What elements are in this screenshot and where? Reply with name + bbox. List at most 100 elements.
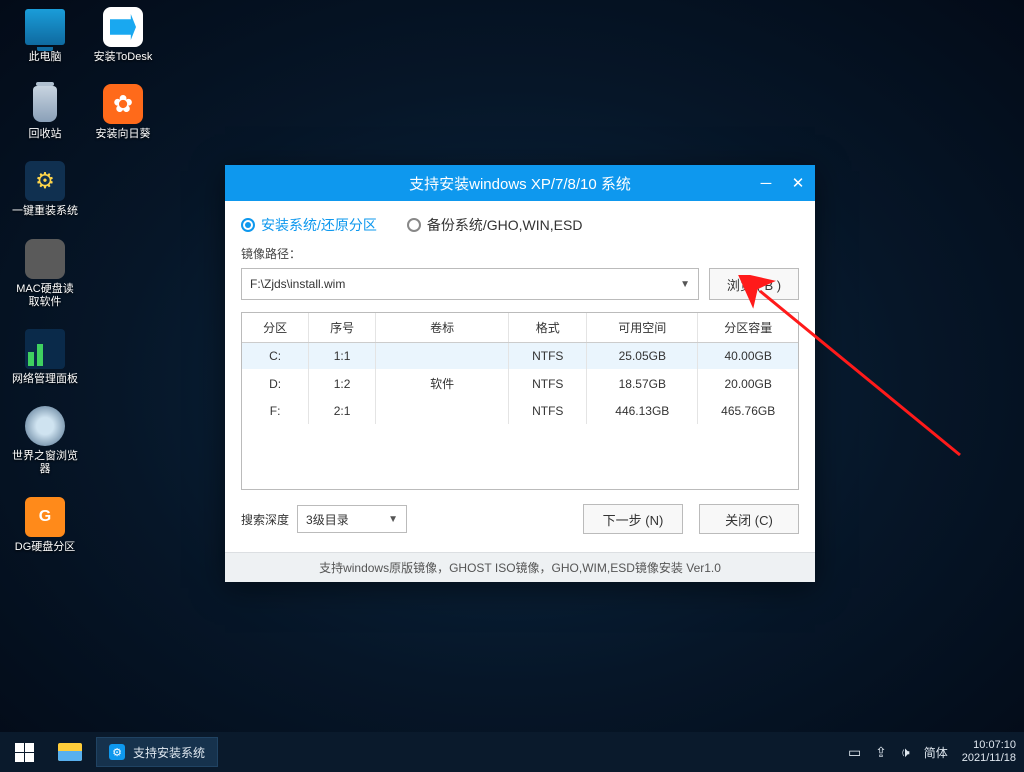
gear-icon	[109, 744, 125, 760]
minimize-button[interactable]: ─	[755, 172, 777, 194]
mode-radio-group: 安装系统/还原分区 备份系统/GHO,WIN,ESD	[241, 215, 799, 235]
footer-text: 支持windows原版镜像，GHOST ISO镜像，GHO,WIM,ESD镜像安…	[319, 559, 721, 576]
col-header[interactable]: 格式	[509, 313, 587, 343]
table-row[interactable]: D:1:2软件NTFS18.57GB20.00GB	[242, 369, 798, 398]
cell-idx: 2:1	[309, 398, 376, 424]
close-window-button[interactable]: ✕	[787, 172, 809, 194]
clock-date: 2021/11/18	[962, 752, 1016, 765]
table-row[interactable]: C:1:1NTFS25.05GB40.00GB	[242, 343, 798, 370]
bottom-controls: 搜索深度 3级目录 ▼ 下一步 (N) 关闭 (C)	[241, 504, 799, 534]
cell-vol: 软件	[375, 369, 508, 398]
radio-backup[interactable]: 备份系统/GHO,WIN,ESD	[407, 215, 583, 235]
footer-bar: 支持windows原版镜像，GHOST ISO镜像，GHO,WIM,ESD镜像安…	[225, 552, 815, 582]
window-controls: ─ ✕	[755, 165, 809, 201]
cell-idx: 1:2	[309, 369, 376, 398]
cell-size: 40.00GB	[698, 343, 798, 370]
radio-install-label: 安装系统/还原分区	[261, 215, 377, 235]
cell-free: 25.05GB	[587, 343, 698, 370]
radio-install-restore[interactable]: 安装系统/还原分区	[241, 215, 377, 235]
cell-free: 18.57GB	[587, 369, 698, 398]
desktop-icon-label: 一键重装系统	[12, 205, 78, 218]
desktop-icon-sunflower[interactable]: 安装向日葵	[88, 82, 158, 141]
desktop-icon-label: 安装向日葵	[96, 128, 151, 141]
image-path-combobox[interactable]: F:\Zjds\install.wim ▼	[241, 268, 699, 300]
reinstall-icon	[23, 159, 67, 203]
desktop-icon-browser[interactable]: 世界之窗浏览 器	[10, 404, 80, 476]
radio-backup-label: 备份系统/GHO,WIN,ESD	[427, 215, 583, 235]
partition-table: 分区序号卷标格式可用空间分区容量 C:1:1NTFS25.05GB40.00GB…	[241, 312, 799, 490]
desktop-icon-mac[interactable]: MAC硬盘读 取软件	[10, 237, 80, 309]
desktop-icon-dg[interactable]: G DG硬盘分区	[10, 495, 80, 554]
search-depth-select[interactable]: 3级目录 ▼	[297, 505, 407, 533]
taskbar-task-label: 支持安装系统	[133, 744, 205, 761]
dropdown-caret-icon: ▼	[680, 279, 690, 290]
cell-drive: C:	[242, 343, 309, 370]
col-header[interactable]: 卷标	[375, 313, 508, 343]
search-depth-value: 3级目录	[306, 511, 349, 528]
desktop-icon-label: DG硬盘分区	[15, 541, 76, 554]
taskbar-clock[interactable]: 10:07:10 2021/11/18	[962, 739, 1016, 765]
partition-table-body: C:1:1NTFS25.05GB40.00GBD:1:2软件NTFS18.57G…	[242, 343, 798, 425]
action-center-icon[interactable]: ▭	[848, 744, 861, 761]
system-tray: ▭ ⇪ 🕩 简体 10:07:10 2021/11/18	[848, 739, 1024, 765]
desktop-icon-label: MAC硬盘读 取软件	[16, 283, 73, 309]
dropdown-caret-icon: ▼	[388, 514, 398, 525]
partition-table-header: 分区序号卷标格式可用空间分区容量	[242, 313, 798, 343]
close-button[interactable]: 关闭 (C)	[699, 504, 799, 534]
windows-logo-icon	[15, 743, 34, 762]
titlebar[interactable]: 支持安装windows XP/7/8/10 系统 ─ ✕	[225, 165, 815, 201]
next-button[interactable]: 下一步 (N)	[583, 504, 683, 534]
search-depth-label: 搜索深度	[241, 511, 289, 528]
desktop-icon-label: 此电脑	[29, 51, 62, 64]
pc-icon	[23, 5, 67, 49]
cell-fs: NTFS	[509, 369, 587, 398]
radio-unchecked-icon	[407, 218, 421, 232]
sunflower-icon	[101, 82, 145, 126]
col-header[interactable]: 序号	[309, 313, 376, 343]
recycle-icon	[23, 82, 67, 126]
col-header[interactable]: 分区容量	[698, 313, 798, 343]
cell-fs: NTFS	[509, 343, 587, 370]
folder-icon	[58, 743, 82, 761]
desktop-col-1: 此电脑回收站一键重装系统 MAC硬盘读 取软件网络管理面板世界之窗浏览 器 G DG硬…	[10, 5, 80, 554]
action-buttons: 下一步 (N) 关闭 (C)	[583, 504, 799, 534]
cell-free: 446.13GB	[587, 398, 698, 424]
clock-time: 10:07:10	[973, 739, 1016, 752]
dg-icon: G	[23, 495, 67, 539]
cell-size: 20.00GB	[698, 369, 798, 398]
taskbar: 支持安装系统 ▭ ⇪ 🕩 简体 10:07:10 2021/11/18	[0, 732, 1024, 772]
cell-fs: NTFS	[509, 398, 587, 424]
cell-vol	[375, 398, 508, 424]
net-icon	[23, 327, 67, 371]
search-depth-group: 搜索深度 3级目录 ▼	[241, 505, 407, 533]
image-path-value: F:\Zjds\install.wim	[250, 277, 345, 291]
desktop-icon-pc[interactable]: 此电脑	[10, 5, 80, 64]
start-button[interactable]	[0, 732, 48, 772]
desktop-icon-label: 回收站	[29, 128, 62, 141]
taskbar-file-explorer[interactable]	[48, 732, 92, 772]
table-row[interactable]: F:2:1NTFS446.13GB465.76GB	[242, 398, 798, 424]
todesk-icon	[101, 5, 145, 49]
desktop-icon-label: 安装ToDesk	[94, 51, 153, 64]
browse-button[interactable]: 浏览 ( B )	[709, 268, 799, 300]
desktop-icon-net[interactable]: 网络管理面板	[10, 327, 80, 386]
image-path-row: F:\Zjds\install.wim ▼ 浏览 ( B )	[241, 268, 799, 300]
mac-icon	[23, 237, 67, 281]
ime-indicator[interactable]: 简体	[924, 744, 948, 761]
desktop-icon-label: 世界之窗浏览 器	[12, 450, 78, 476]
installer-window: 支持安装windows XP/7/8/10 系统 ─ ✕ 安装系统/还原分区 备…	[225, 165, 815, 582]
usb-icon[interactable]: ⇪	[875, 744, 887, 761]
window-title: 支持安装windows XP/7/8/10 系统	[409, 173, 631, 194]
desktop-col-2: 安装ToDesk 安装向日葵	[88, 5, 158, 141]
radio-checked-icon	[241, 218, 255, 232]
browser-icon	[23, 404, 67, 448]
volume-icon[interactable]: 🕩	[901, 744, 910, 761]
desktop-icon-label: 网络管理面板	[12, 373, 78, 386]
taskbar-task-installer[interactable]: 支持安装系统	[96, 737, 218, 767]
cell-size: 465.76GB	[698, 398, 798, 424]
desktop-icon-todesk[interactable]: 安装ToDesk	[88, 5, 158, 64]
desktop-icon-recycle[interactable]: 回收站	[10, 82, 80, 141]
col-header[interactable]: 分区	[242, 313, 309, 343]
col-header[interactable]: 可用空间	[587, 313, 698, 343]
desktop-icon-reinstall[interactable]: 一键重装系统	[10, 159, 80, 218]
